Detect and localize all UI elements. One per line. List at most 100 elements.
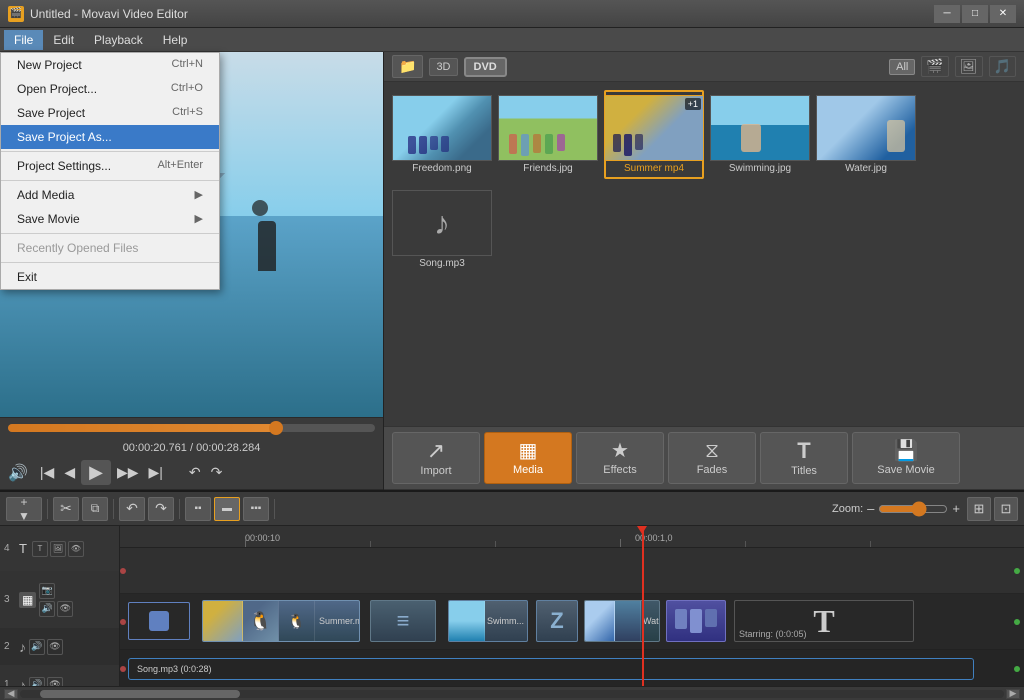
track3-eye-button[interactable]: 👁: [57, 601, 73, 617]
track1-eye-button[interactable]: 👁: [47, 677, 63, 687]
menu-file[interactable]: File: [4, 30, 43, 50]
media-thumb-swimming: [710, 95, 810, 161]
zoom-plus-button[interactable]: +: [952, 501, 960, 516]
track2-vol-button[interactable]: 🔊: [29, 639, 45, 655]
track-labels: 4 T T 🖼 👁 3 ▦ 📷: [0, 526, 120, 686]
clip-summer[interactable]: 🐧 🐧 Summer.mp4 (0:0:04): [202, 600, 360, 642]
track4-eye-button[interactable]: 👁: [68, 541, 84, 557]
ruler: 00:00:10 00:00:1,0: [120, 526, 1024, 548]
skip-to-end-button[interactable]: ▶|: [145, 462, 167, 483]
clip-extra[interactable]: [666, 600, 726, 642]
filter-video-button[interactable]: 🎬: [921, 56, 948, 77]
close-button[interactable]: ✕: [990, 5, 1016, 23]
track1-vol-button[interactable]: 🔊: [29, 677, 45, 687]
menu-new-project[interactable]: New ProjectCtrl+N: [1, 53, 219, 77]
filter-all-button[interactable]: All: [889, 59, 915, 75]
media-item-summer[interactable]: +1 Summer mp4: [604, 90, 704, 179]
menu-project-settings[interactable]: Project Settings...Alt+Enter: [1, 154, 219, 178]
scroll-left-button[interactable]: ◀: [4, 689, 18, 699]
menu-save-project-as[interactable]: Save Project As...: [1, 125, 219, 149]
clip-placeholder[interactable]: [128, 602, 190, 640]
media-item-water[interactable]: Water.jpg: [816, 90, 916, 179]
expand-button[interactable]: ⊡: [994, 497, 1018, 521]
undo-button[interactable]: ↶: [185, 462, 205, 483]
filter-audio-button[interactable]: 🎵: [989, 56, 1016, 77]
skip-to-start-button[interactable]: |◀: [36, 462, 58, 483]
tab-media[interactable]: ▦ Media: [484, 432, 572, 484]
media-label-freedom: Freedom.png: [392, 163, 492, 174]
media-item-swimming[interactable]: Swimming.jpg: [710, 90, 810, 179]
tab-fades[interactable]: ⧖ Fades: [668, 432, 756, 484]
clip-z[interactable]: Z: [536, 600, 578, 642]
tab-save-movie[interactable]: 💾 Save Movie: [852, 432, 960, 484]
media-item-friends[interactable]: Friends.jpg: [498, 90, 598, 179]
timeline-scrollbar: ◀ ▶: [0, 686, 1024, 700]
media-icon: ▦: [519, 441, 538, 461]
timeline-section: + ▼ ✂ ⧉ ↶ ↷ ▪▪ ▬ ▪▪▪ Zoom: – + ⊞ ⊡: [0, 490, 1024, 700]
menu-edit[interactable]: Edit: [43, 30, 84, 50]
add-track-button[interactable]: + ▼: [6, 497, 42, 521]
media-thumb-song: ♪: [392, 190, 492, 256]
clip-swimming[interactable]: Swimm...: [448, 600, 528, 642]
play-pause-button[interactable]: ▶: [81, 460, 111, 485]
tab-import[interactable]: ↗ Import: [392, 432, 480, 484]
redo-button[interactable]: ↷: [207, 462, 227, 483]
menu-recently-opened: Recently Opened Files: [1, 236, 219, 260]
menu-add-media[interactable]: Add Media▶: [1, 183, 219, 207]
redo-tl-button[interactable]: ↷: [148, 497, 174, 521]
media-label-swimming: Swimming.jpg: [710, 163, 810, 174]
3d-button[interactable]: 3D: [429, 58, 457, 76]
undo-tl-button[interactable]: ↶: [119, 497, 145, 521]
track-row-2: Song.mp3 (0:0:28): [120, 650, 1024, 686]
step-forward-button[interactable]: ▶▶: [113, 462, 143, 483]
folder-button[interactable]: 📁: [392, 55, 423, 78]
track4-img-button[interactable]: 🖼: [50, 541, 66, 557]
tab-titles[interactable]: T Titles: [760, 432, 848, 484]
horizontal-scrollbar[interactable]: [20, 690, 1004, 698]
video-badge: +1: [685, 98, 701, 110]
menu-open-project[interactable]: Open Project...Ctrl+O: [1, 77, 219, 101]
media-item-freedom[interactable]: Freedom.png: [392, 90, 492, 179]
timeline-toolbar: + ▼ ✂ ⧉ ↶ ↷ ▪▪ ▬ ▪▪▪ Zoom: – + ⊞ ⊡: [0, 492, 1024, 526]
track2-eye-button[interactable]: 👁: [47, 639, 63, 655]
progress-bar-container[interactable]: [8, 424, 375, 432]
step-back-button[interactable]: ◀: [60, 462, 79, 483]
dvd-button[interactable]: DVD: [464, 57, 507, 77]
track3-vol-button[interactable]: 🔊: [39, 601, 55, 617]
menu-exit[interactable]: Exit: [1, 265, 219, 289]
fit-view-button[interactable]: ⊞: [967, 497, 991, 521]
menu-playback[interactable]: Playback: [84, 30, 153, 50]
track3-icon: ▦: [19, 592, 36, 608]
clip-view-1[interactable]: ▪▪: [185, 497, 211, 521]
right-panel: 📁 3D DVD All 🎬 🖼 🎵: [384, 52, 1024, 490]
tab-titles-label: Titles: [791, 465, 817, 477]
track4-text-button[interactable]: T: [32, 541, 48, 557]
track-row-3: 🐧 🐧 Summer.mp4 (0:0:04) ≡ Swimm...: [120, 594, 1024, 650]
minimize-button[interactable]: ─: [934, 5, 960, 23]
tab-effects[interactable]: ★ Effects: [576, 432, 664, 484]
clip-list[interactable]: ≡: [370, 600, 436, 642]
track3-camera-button[interactable]: 📷: [39, 583, 55, 599]
track2-icon: ♪: [19, 639, 26, 655]
effects-icon: ★: [611, 441, 629, 461]
clip-view-3[interactable]: ▪▪▪: [243, 497, 269, 521]
cut-button[interactable]: ✂: [53, 497, 79, 521]
scroll-right-button[interactable]: ▶: [1006, 689, 1020, 699]
menu-save-project[interactable]: Save ProjectCtrl+S: [1, 101, 219, 125]
media-toolbar: 📁 3D DVD All 🎬 🖼 🎵: [384, 52, 1024, 82]
restore-button[interactable]: □: [962, 5, 988, 23]
copy-button[interactable]: ⧉: [82, 497, 108, 521]
menu-save-movie[interactable]: Save Movie▶: [1, 207, 219, 231]
clip-audio[interactable]: Song.mp3 (0:0:28): [128, 658, 974, 680]
zoom-slider[interactable]: [878, 501, 948, 517]
clip-water[interactable]: Water.j...: [584, 600, 660, 642]
tracks-content-area: 00:00:10 00:00:1,0: [120, 526, 1024, 686]
clip-view-2[interactable]: ▬: [214, 497, 240, 521]
filter-image-button[interactable]: 🖼: [955, 56, 983, 77]
menu-help[interactable]: Help: [153, 30, 198, 50]
zoom-minus-button[interactable]: –: [867, 501, 874, 516]
media-item-song[interactable]: ♪ Song.mp3: [392, 185, 492, 274]
media-label-water: Water.jpg: [816, 163, 916, 174]
clip-title[interactable]: T Starring: (0:0:05): [734, 600, 914, 642]
tab-fades-label: Fades: [697, 464, 728, 476]
